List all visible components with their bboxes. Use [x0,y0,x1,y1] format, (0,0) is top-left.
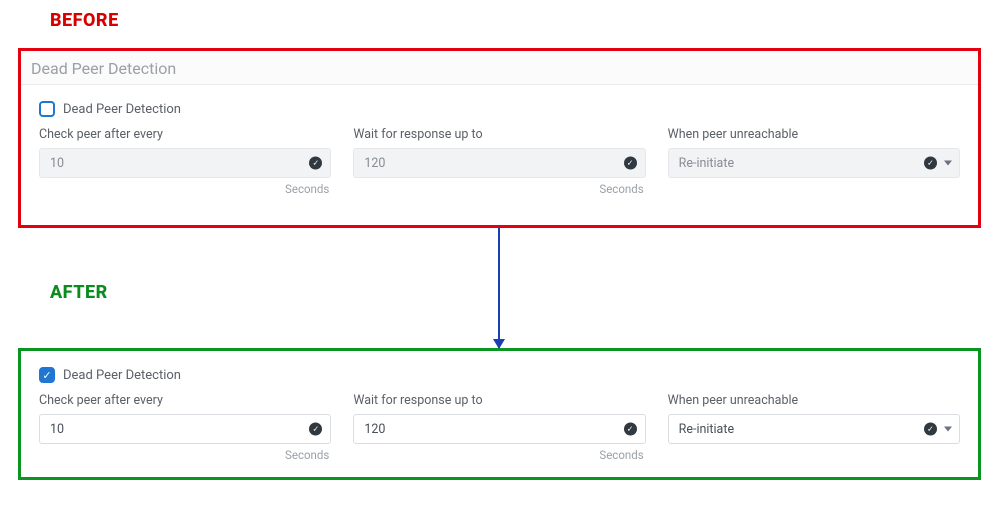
valid-icon: ✓ [624,157,637,170]
when-unreachable-field: When peer unreachable Re-initiate ✓ [668,127,960,196]
before-panel: Dead Peer Detection Dead Peer Detection … [18,48,981,228]
valid-icon: ✓ [624,423,637,436]
wait-response-value: 120 [364,422,385,437]
dpd-checkbox-label: Dead Peer Detection [63,102,181,117]
dpd-checkbox-unchecked[interactable] [39,101,55,117]
after-label: AFTER [50,282,108,303]
when-unreachable-value: Re-initiate [679,156,734,171]
when-unreachable-label: When peer unreachable [668,127,960,142]
when-unreachable-value: Re-initiate [679,422,734,437]
dpd-checkbox-label: Dead Peer Detection [63,368,181,383]
wait-response-label: Wait for response up to [353,393,645,408]
check-peer-unit: Seconds [39,448,331,462]
wait-response-unit: Seconds [353,448,645,462]
when-unreachable-field: When peer unreachable Re-initiate ✓ [668,393,960,462]
check-peer-unit: Seconds [39,182,331,196]
check-peer-value: 10 [50,422,64,437]
when-unreachable-select[interactable]: Re-initiate ✓ [668,148,960,178]
check-peer-label: Check peer after every [39,393,331,408]
wait-response-input[interactable]: 120 ✓ [353,414,645,444]
valid-icon: ✓ [924,157,937,170]
chevron-down-icon [944,427,952,432]
check-peer-label: Check peer after every [39,127,331,142]
chevron-down-icon [944,161,952,166]
wait-response-value: 120 [364,156,385,171]
dpd-checkbox-checked[interactable]: ✓ [39,367,55,383]
valid-icon: ✓ [309,423,322,436]
check-peer-value: 10 [50,156,64,171]
valid-icon: ✓ [309,157,322,170]
check-peer-field: Check peer after every 10 ✓ Seconds [39,127,331,196]
valid-icon: ✓ [924,423,937,436]
section-title: Dead Peer Detection [21,51,978,85]
when-unreachable-select[interactable]: Re-initiate ✓ [668,414,960,444]
check-peer-input[interactable]: 10 ✓ [39,148,331,178]
when-unreachable-label: When peer unreachable [668,393,960,408]
wait-response-unit: Seconds [353,182,645,196]
check-peer-input[interactable]: 10 ✓ [39,414,331,444]
wait-response-label: Wait for response up to [353,127,645,142]
wait-response-field: Wait for response up to 120 ✓ Seconds [353,127,645,196]
wait-response-field: Wait for response up to 120 ✓ Seconds [353,393,645,462]
before-label: BEFORE [50,10,119,31]
flow-arrow [498,228,500,348]
check-peer-field: Check peer after every 10 ✓ Seconds [39,393,331,462]
after-panel: ✓ Dead Peer Detection Check peer after e… [18,348,981,480]
wait-response-input[interactable]: 120 ✓ [353,148,645,178]
